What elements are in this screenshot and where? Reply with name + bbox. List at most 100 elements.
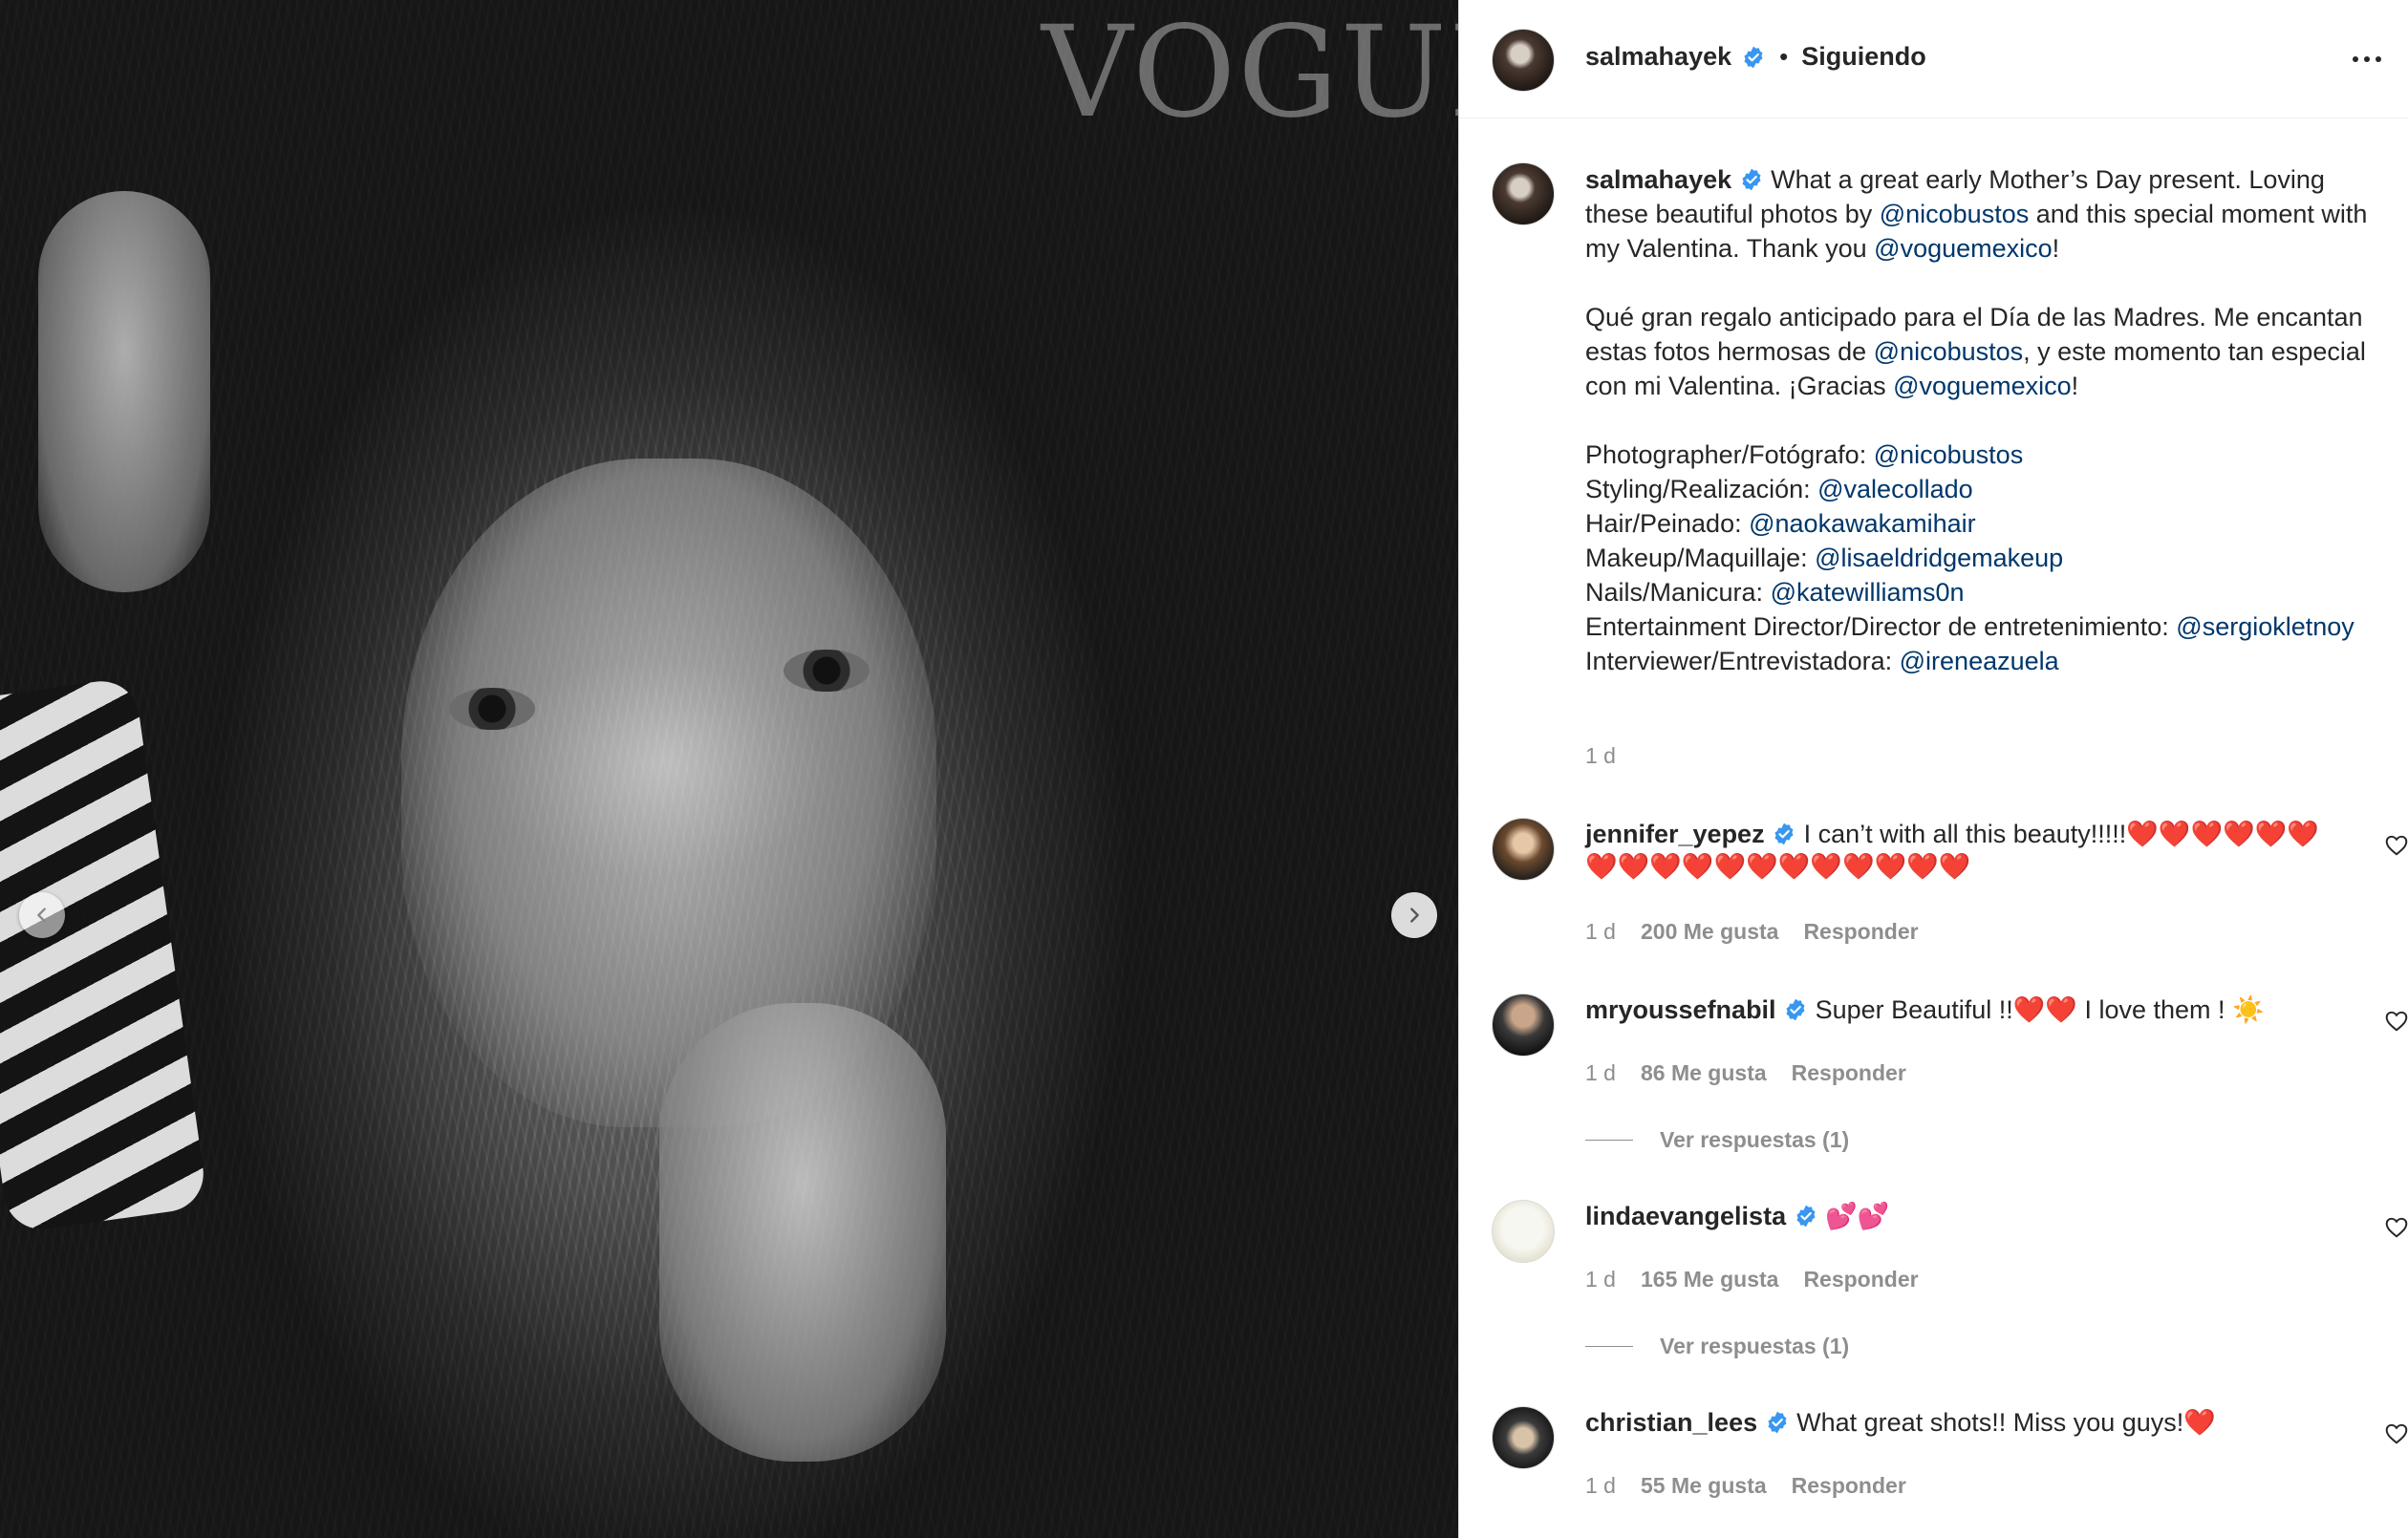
avatar[interactable] — [1492, 162, 1555, 225]
caption-text-part: ! — [2052, 234, 2060, 263]
credit-label: Photographer/Fotógrafo: — [1585, 440, 1874, 469]
avatar[interactable] — [1492, 1200, 1555, 1263]
view-replies-button[interactable]: Ver respuestas (1) — [1585, 1127, 1849, 1153]
credit-line: Hair/Peinado: @naokawakamihair — [1585, 509, 1976, 538]
comment-body: I can’t with all this beauty!!!!! — [1803, 820, 2127, 848]
image-eye — [784, 650, 870, 692]
verified-badge-icon — [1744, 46, 1763, 68]
comment-meta: 1 d 165 Me gusta Responder — [1585, 1267, 1919, 1292]
mention-link[interactable]: @sergiokletnoy — [2176, 612, 2354, 641]
two-hearts-emoji-icon: 💕💕 — [1825, 1202, 1890, 1230]
header-username[interactable]: salmahayek — [1585, 42, 1731, 72]
comment-text: jennifer_yepez I can’t with all this bea… — [1585, 818, 2331, 883]
post-image[interactable]: VOGUE — [0, 0, 1458, 1538]
mention-link[interactable]: @voguemexico — [1874, 234, 2053, 263]
mention-link[interactable]: @ireneazuela — [1900, 647, 2059, 675]
following-button[interactable]: Siguiendo — [1801, 42, 1926, 72]
carousel-prev-button[interactable] — [19, 892, 65, 938]
credit-label: Hair/Peinado: — [1585, 509, 1750, 538]
reply-button[interactable]: Responder — [1803, 1267, 1918, 1292]
header-user: salmahayek • Siguiendo — [1585, 42, 1926, 72]
comment-body: Super Beautiful !! — [1815, 995, 2013, 1024]
caption-paragraph-es: Qué gran regalo anticipado para el Día d… — [1585, 300, 2388, 403]
comment-meta: 1 d 200 Me gusta Responder — [1585, 919, 1919, 945]
credit-label: Interviewer/Entrevistadora: — [1585, 647, 1900, 675]
view-replies-button[interactable]: Ver respuestas (1) — [1585, 1334, 1849, 1359]
comment-timestamp: 1 d — [1585, 919, 1616, 944]
mention-link[interactable]: @katewilliams0n — [1771, 578, 1965, 607]
mention-link[interactable]: @nicobustos — [1880, 200, 2030, 228]
avatar[interactable] — [1492, 818, 1555, 881]
credit-label: Nails/Manicura: — [1585, 578, 1771, 607]
caption-text: salmahayek What a great early Mother’s D… — [1585, 162, 2388, 678]
avatar[interactable] — [1492, 29, 1555, 92]
credit-label: Entertainment Director/Director de entre… — [1585, 612, 2177, 641]
sun-emoji-icon: ☀️ — [2232, 995, 2265, 1024]
credit-line: Interviewer/Entrevistadora: @ireneazuela — [1585, 647, 2059, 675]
view-replies-label: Ver respuestas (1) — [1660, 1334, 1850, 1358]
comment-text: christian_lees What great shots!! Miss y… — [1585, 1406, 2331, 1439]
comment-meta: 1 d 55 Me gusta Responder — [1585, 1473, 1906, 1499]
mention-link[interactable]: @voguemexico — [1893, 372, 2072, 400]
credit-line: Nails/Manicura: @katewilliams0n — [1585, 578, 1965, 607]
comment-meta: 1 d 86 Me gusta Responder — [1585, 1060, 1906, 1086]
caption-username[interactable]: salmahayek — [1585, 165, 1731, 194]
image-eye — [449, 688, 535, 730]
heart-emoji-icons: ❤️❤️ — [2012, 995, 2077, 1024]
chevron-left-icon — [37, 908, 46, 923]
credit-line: Photographer/Fotógrafo: @nicobustos — [1585, 440, 2023, 469]
comment-likes[interactable]: 165 Me gusta — [1641, 1267, 1778, 1292]
comment-text: mryoussefnabil Super Beautiful !!❤️❤️ I … — [1585, 993, 2331, 1026]
verified-badge-icon — [1768, 1411, 1787, 1434]
verified-badge-icon — [1774, 822, 1794, 845]
comment-username[interactable]: mryoussefnabil — [1585, 995, 1776, 1024]
mention-link[interactable]: @nicobustos — [1874, 337, 2024, 366]
mention-link[interactable]: @nicobustos — [1874, 440, 2024, 469]
vogue-logo: VOGUE — [1042, 0, 1458, 146]
comment-username[interactable]: lindaevangelista — [1585, 1202, 1786, 1230]
caption-timestamp: 1 d — [1585, 743, 1616, 768]
caption-credits: Photographer/Fotógrafo: @nicobustos Styl… — [1585, 438, 2388, 678]
comment-body: I love them ! — [2076, 995, 2233, 1024]
heart-emoji-icon: ❤️ — [2183, 1408, 2216, 1437]
reply-button[interactable]: Responder — [1792, 1060, 1906, 1086]
verified-badge-icon — [1796, 1205, 1816, 1228]
avatar[interactable] — [1492, 993, 1555, 1057]
mention-link[interactable]: @lisaeldridgemakeup — [1815, 544, 2063, 572]
more-options-icon[interactable] — [2348, 50, 2386, 69]
view-replies-label: Ver respuestas (1) — [1660, 1127, 1850, 1152]
chevron-right-icon — [1410, 908, 1419, 923]
heart-outline-icon[interactable] — [2384, 1421, 2408, 1446]
comment-likes[interactable]: 200 Me gusta — [1641, 919, 1778, 945]
verified-badge-icon — [1786, 998, 1805, 1021]
heart-outline-icon[interactable] — [2384, 1009, 2408, 1034]
carousel-next-button[interactable] — [1391, 892, 1437, 938]
comment-text: lindaevangelista 💕💕 — [1585, 1200, 2331, 1232]
verified-badge-icon — [1742, 168, 1761, 191]
mention-link[interactable]: @valecollado — [1817, 475, 1973, 503]
comment-timestamp: 1 d — [1585, 1267, 1616, 1292]
comment-timestamp: 1 d — [1585, 1060, 1616, 1085]
credit-label: Styling/Realización: — [1585, 475, 1818, 503]
credit-line: Styling/Realización: @valecollado — [1585, 475, 1973, 503]
post-side-panel: salmahayek • Siguiendo salmahayek What a… — [1458, 0, 2408, 1538]
mention-link[interactable]: @naokawakamihair — [1749, 509, 1976, 538]
avatar[interactable] — [1492, 1406, 1555, 1469]
reply-button[interactable]: Responder — [1792, 1473, 1906, 1499]
separator-dot: • — [1779, 42, 1789, 71]
reply-button[interactable]: Responder — [1803, 919, 1918, 945]
comment-likes[interactable]: 55 Me gusta — [1641, 1473, 1767, 1499]
image-hand — [659, 1003, 946, 1462]
comment-likes[interactable]: 86 Me gusta — [1641, 1060, 1767, 1086]
heart-outline-icon[interactable] — [2384, 1215, 2408, 1240]
heart-outline-icon[interactable] — [2384, 833, 2408, 858]
post-header: salmahayek • Siguiendo — [1459, 0, 2408, 118]
image-hand — [38, 191, 210, 592]
comment-username[interactable]: jennifer_yepez — [1585, 820, 1765, 848]
divider-line — [1585, 1140, 1633, 1141]
credit-line: Makeup/Maquillaje: @lisaeldridgemakeup — [1585, 544, 2063, 572]
caption-paragraph-en: salmahayek What a great early Mother’s D… — [1585, 162, 2388, 266]
caption-text-part: ! — [2071, 372, 2079, 400]
divider-line — [1585, 1346, 1633, 1347]
comment-username[interactable]: christian_lees — [1585, 1408, 1757, 1437]
